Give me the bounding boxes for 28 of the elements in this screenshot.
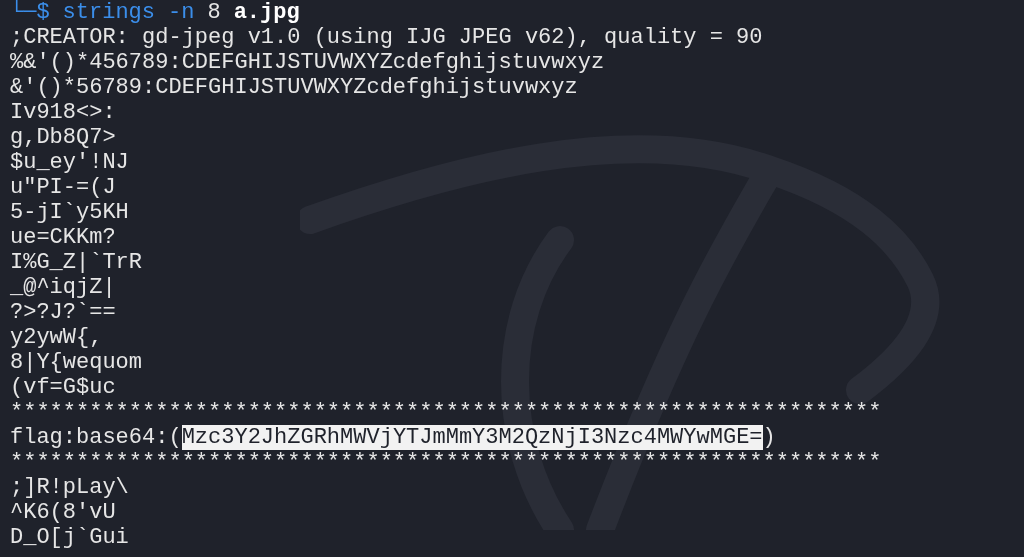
command-option: -n	[168, 0, 195, 25]
output-line: g,Db8Q7>	[10, 125, 116, 150]
output-line: ******************************************************************	[10, 400, 882, 425]
output-line: 8|Y{wequom	[10, 350, 143, 375]
prompt-symbol: └─$	[10, 0, 50, 25]
output-line: ue=CKKm?	[10, 225, 116, 250]
output-line: ******************************************************************	[10, 450, 882, 475]
output-line: &'()*56789:CDEFGHIJSTUVWXYZcdefghijstuvwxyz	[10, 75, 578, 100]
output-line: ^K6(8'vU	[10, 500, 116, 525]
output-line: D_O[j`Gui	[10, 525, 129, 550]
output-line: u"PI-=(J	[10, 175, 116, 200]
output-text: )	[762, 425, 776, 450]
output-line: (vf=G$uc	[10, 375, 116, 400]
command-name: strings	[62, 0, 156, 25]
output-line: y2ywW{,	[10, 325, 103, 350]
command-argument: a.jpg	[233, 0, 300, 25]
output-line: 5-jI`y5KH	[10, 200, 129, 225]
selected-text: Mzc3Y2JhZGRhMWVjYTJmMmY3M2QzNjI3Nzc4MWYwMGE=	[181, 425, 763, 450]
output-line: _@^iqjZ|	[10, 275, 116, 300]
output-line: I%G_Z|`TrR	[10, 250, 143, 275]
command-argument: 8	[207, 0, 221, 25]
output-line: ;CREATOR: gd-jpeg v1.0 (using IJG JPEG v62), quality = 90	[10, 25, 763, 50]
output-line: ?>?J?`==	[10, 300, 116, 325]
output-text: flag:base64:(	[10, 425, 182, 450]
output-line: ;]R!pLay\	[10, 475, 129, 500]
output-line: $u_ey'!NJ	[10, 150, 129, 175]
output-line: Iv918<>:	[10, 100, 116, 125]
output-line: %&'()*456789:CDEFGHIJSTUVWXYZcdefghijstuvwxyz	[10, 50, 605, 75]
